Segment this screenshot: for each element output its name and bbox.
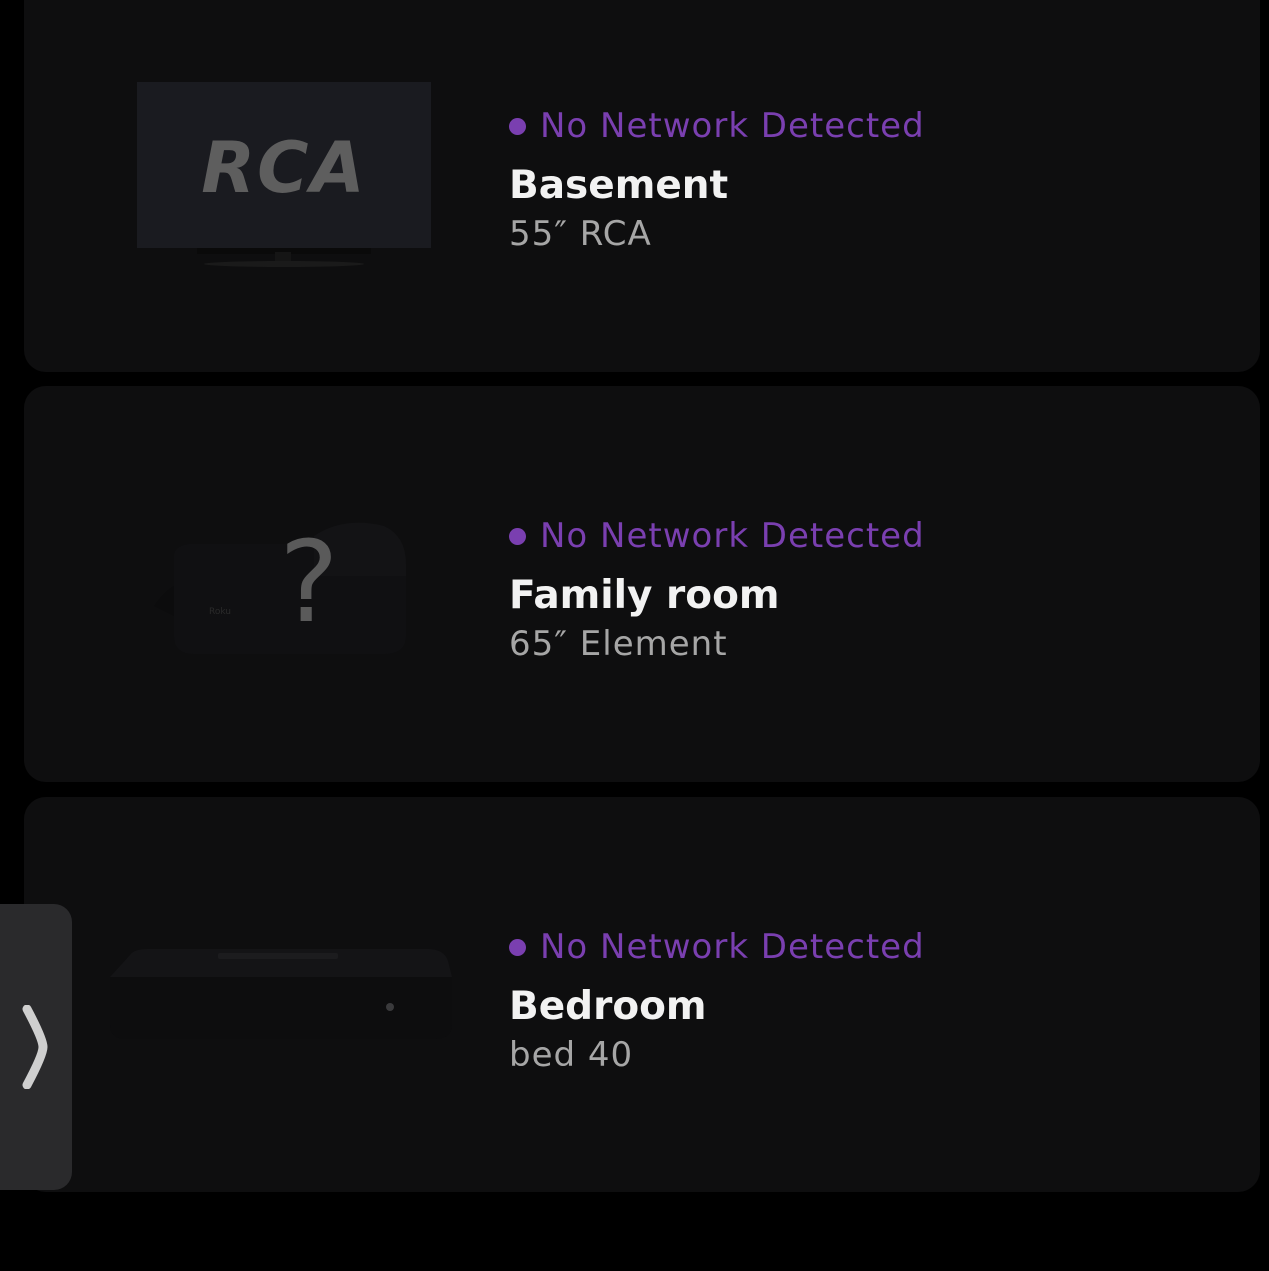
device-model: bed 40 [509, 1035, 634, 1075]
device-status: No Network Detected [509, 104, 925, 148]
device-card-bedroom[interactable]: No Network Detected Bedroom bed 40 [24, 797, 1260, 1192]
device-status: No Network Detected [509, 514, 925, 558]
device-info: No Network Detected Basement 55″ RCA [509, 104, 925, 256]
device-name: Basement [509, 163, 729, 208]
device-status: No Network Detected [509, 925, 925, 969]
svg-text:?: ? [279, 518, 338, 648]
svg-text:Roku: Roku [209, 607, 231, 617]
device-model: 55″ RCA [509, 214, 652, 254]
device-info: No Network Detected Bedroom bed 40 [509, 925, 925, 1077]
status-dot-icon [509, 938, 526, 956]
device-info: No Network Detected Family room 65″ Elem… [509, 514, 925, 666]
status-dot-icon [509, 527, 526, 545]
status-dot-icon [509, 117, 526, 135]
streaming-box-icon [110, 949, 452, 1039]
svg-text:RCA: RCA [201, 127, 366, 209]
status-text: No Network Detected [540, 516, 925, 556]
unknown-device-icon: ? Roku [154, 518, 406, 654]
device-name: Bedroom [509, 984, 707, 1029]
device-card-basement[interactable]: RCA No Network Detected Basement 55″ RCA [24, 0, 1260, 372]
rca-tv-icon: RCA [137, 82, 431, 267]
status-text: No Network Detected [540, 927, 925, 967]
rca-logo: RCA [201, 127, 366, 209]
chevron-right-icon [22, 1005, 48, 1089]
device-list-page: RCA No Network Detected Basement 55″ RCA… [0, 0, 1269, 1271]
device-name: Family room [509, 573, 780, 618]
device-card-family-room[interactable]: ? Roku No Network Detected Family room 6… [24, 386, 1260, 782]
expand-sidebar-button[interactable] [0, 904, 72, 1190]
device-model: 65″ Element [509, 624, 728, 664]
status-text: No Network Detected [540, 106, 925, 146]
